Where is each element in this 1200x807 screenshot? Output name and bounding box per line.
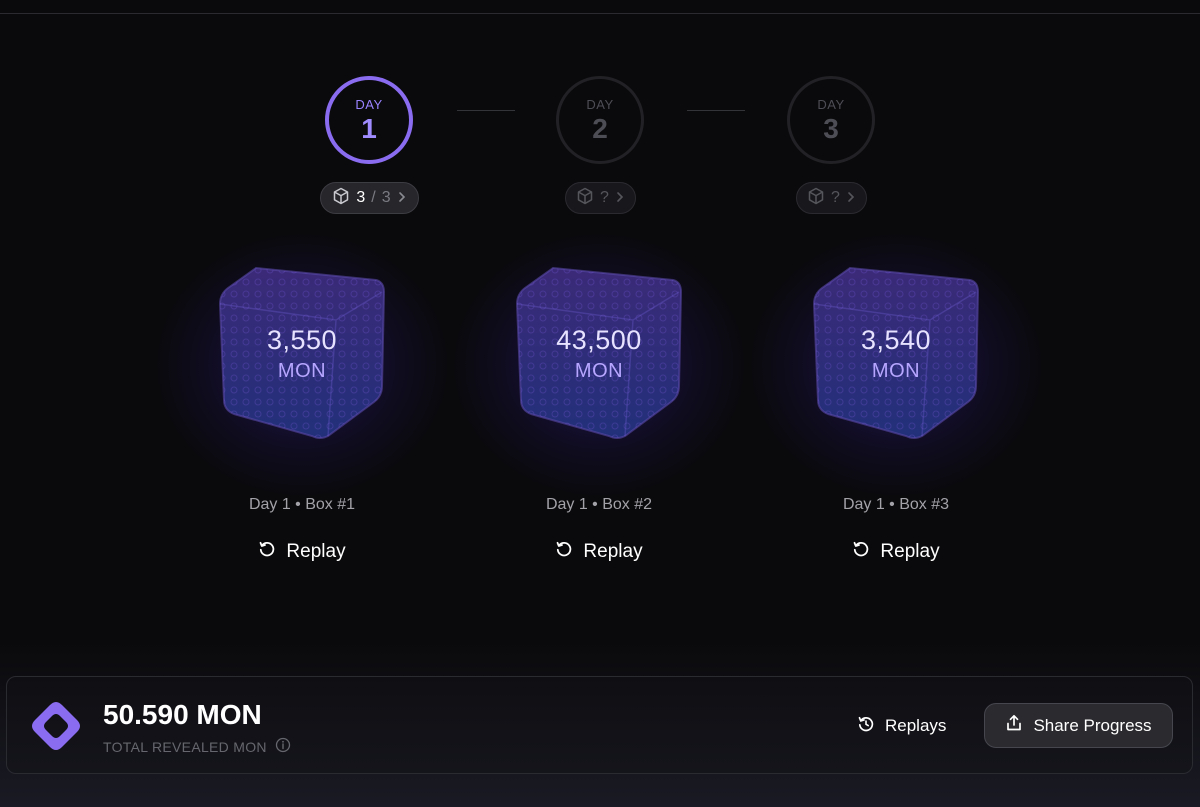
box-caption: Day 1 • Box #2: [545, 496, 653, 513]
boxes-total-count: 3: [381, 189, 391, 206]
cube-icon: [807, 187, 825, 210]
replay-button-box-2[interactable]: Replay: [479, 538, 719, 566]
day-label: DAY: [355, 96, 383, 112]
step-connector: [457, 110, 515, 111]
day-label: DAY: [817, 96, 845, 112]
replay-label: Replay: [286, 541, 346, 562]
replay-icon: [258, 540, 276, 564]
step-connector: [687, 110, 745, 111]
box-caption: Day 1 • Box #3: [842, 496, 950, 513]
replay-label: Replay: [583, 541, 643, 562]
prize-unit: MON: [871, 360, 921, 382]
prize-amount: 3,550: [266, 325, 338, 355]
box-count-chip-day-3[interactable]: ?: [796, 182, 867, 214]
prize-box-2[interactable]: 43,500 MON: [449, 230, 749, 500]
progress-footer: 50.590 MON TOTAL REVEALED MON Replays Sh…: [6, 676, 1193, 774]
day-number: 3: [823, 112, 839, 144]
cube-icon: [576, 187, 594, 210]
day-step-2[interactable]: DAY 2: [556, 76, 644, 164]
day-number: 2: [592, 112, 608, 144]
boxes-opened-count: ?: [831, 189, 840, 206]
boxes-opened-count: ?: [600, 189, 609, 206]
total-revealed-label: TOTAL REVEALED MON: [103, 738, 267, 755]
day-step-1[interactable]: DAY 1: [325, 76, 413, 164]
prize-unit: MON: [574, 360, 624, 382]
day-number: 1: [361, 112, 377, 144]
replay-icon: [555, 540, 573, 564]
replays-label: Replays: [885, 716, 947, 735]
replay-button-box-1[interactable]: Replay: [182, 538, 422, 566]
boxes-opened-count: 3: [356, 189, 366, 206]
prize-box-3[interactable]: 3,540 MON: [746, 230, 1046, 500]
share-progress-button[interactable]: Share Progress: [984, 703, 1173, 748]
box-caption: Day 1 • Box #1: [248, 496, 356, 513]
prize-amount: 43,500: [556, 325, 642, 355]
share-progress-label: Share Progress: [1033, 715, 1152, 735]
prize-unit: MON: [277, 360, 327, 382]
replay-button-box-3[interactable]: Replay: [776, 538, 1016, 566]
box-count-chip-day-2[interactable]: ?: [565, 182, 636, 214]
prize-box-1[interactable]: 3,550 MON: [152, 230, 452, 500]
count-separator: /: [371, 189, 376, 206]
prize-amount: 3,540: [860, 325, 932, 355]
info-icon[interactable]: [275, 737, 291, 756]
history-icon: [857, 715, 875, 738]
top-divider: [0, 13, 1200, 14]
monad-logo-icon: [29, 699, 83, 758]
replays-button[interactable]: Replays: [857, 713, 946, 739]
total-revealed-label-row: TOTAL REVEALED MON: [103, 737, 291, 756]
day-label: DAY: [586, 96, 614, 112]
share-icon: [1005, 714, 1023, 737]
total-revealed-amount: 50.590 MON: [103, 699, 262, 730]
chevron-right-icon: [615, 190, 625, 207]
chevron-right-icon: [846, 190, 856, 207]
day-step-3[interactable]: DAY 3: [787, 76, 875, 164]
replay-label: Replay: [880, 541, 940, 562]
cube-icon: [332, 187, 350, 210]
replay-icon: [852, 540, 870, 564]
chevron-right-icon: [397, 190, 407, 207]
box-count-chip-day-1[interactable]: 3 / 3: [320, 182, 419, 214]
